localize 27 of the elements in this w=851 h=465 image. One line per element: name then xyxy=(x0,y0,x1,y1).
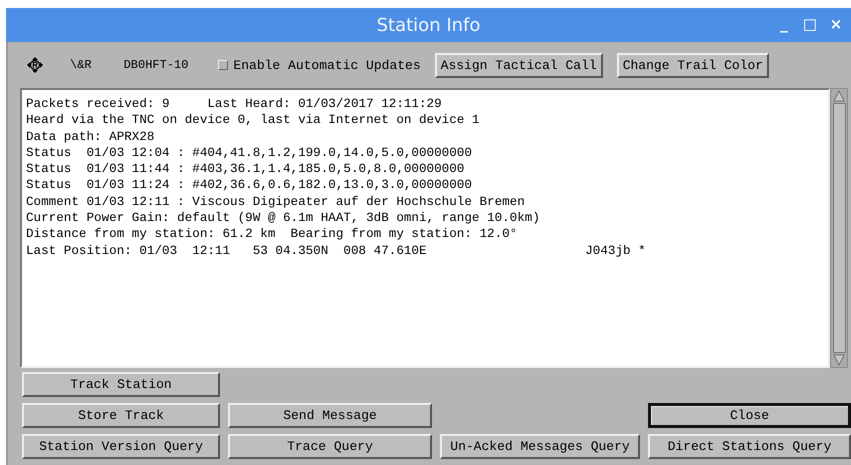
default-button[interactable]: Close xyxy=(648,403,851,428)
info-line: Data path: APRX28 xyxy=(26,128,156,145)
info-line: Status 01/03 11:24 : #402,36.6,0.6,182.0,13.0,3.0,00000000 xyxy=(26,177,473,194)
info-line: Status 01/03 12:04 : #404,41.8,1.2,199.0,14.0,5.0,00000000 xyxy=(26,144,473,162)
info-line: Distance from my station: 61.2 km Bearing from my station: 12.0° xyxy=(26,226,518,243)
action-button[interactable]: Track Station xyxy=(22,372,220,397)
checkbox[interactable] xyxy=(218,60,228,70)
toolbar-button[interactable]: Assign Tactical Call xyxy=(434,52,603,78)
action-button[interactable]: Send Message xyxy=(228,403,432,428)
station-symbol-icon xyxy=(26,56,44,74)
callsign-label: DB0HFT-10 xyxy=(124,58,188,72)
info-line: Status 01/03 11:44 : #403,36.1,1.4,185.0,5.0,8.0,00000000 xyxy=(26,161,466,178)
info-line: Last Position: 01/03 12:11 53 04.350N 008 47.610E J043jb * xyxy=(26,242,647,259)
action-button[interactable]: Store Track xyxy=(22,403,220,428)
info-line: Packets received: 9 Last Heard: 01/03/2017 12:11:29 xyxy=(26,96,443,112)
toolbar-button[interactable]: Change Trail Color xyxy=(616,52,770,78)
action-button[interactable]: Station Version Query xyxy=(22,434,220,459)
symbol-code: \&R xyxy=(70,58,92,72)
action-button[interactable]: Trace Query xyxy=(228,434,432,459)
info-line: Heard via the TNC on device 0, last via Internet on device 1 xyxy=(26,112,480,129)
checkbox-label: Enable Automatic Updates xyxy=(233,58,421,72)
action-button[interactable]: Un-Acked Messages Query xyxy=(440,434,640,459)
info-line: Current Power Gain: default (9W @ 6.1m HAAT, 3dB omni, range 10.0km) xyxy=(26,210,541,226)
info-line: Comment 01/03 12:11 : Viscous Digipeater auf der Hochschule Bremen xyxy=(26,194,526,210)
action-button[interactable]: Direct Stations Query xyxy=(648,434,851,459)
scrollbar[interactable] xyxy=(830,88,848,368)
window-title: Station Info xyxy=(376,14,480,36)
